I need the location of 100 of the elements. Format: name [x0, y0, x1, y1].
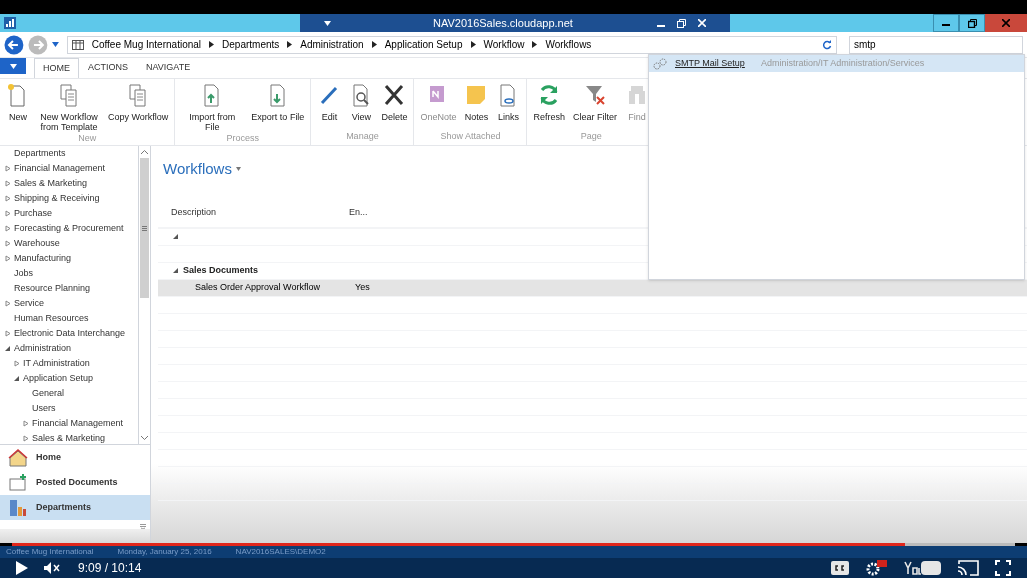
application-menu-button[interactable]: [0, 58, 26, 74]
captions-icon[interactable]: [831, 561, 849, 575]
chevron-icon: [287, 41, 293, 48]
tree-item[interactable]: Sales & Marketing: [14, 176, 88, 191]
ribbon-button[interactable]: Copy Workflow: [106, 83, 171, 122]
tree-toggle-icon[interactable]: [4, 165, 11, 172]
tree-item[interactable]: Administration: [14, 341, 72, 356]
tree-item[interactable]: Shipping & Receiving: [14, 191, 100, 206]
tree-item[interactable]: Forecasting & Procurement: [14, 221, 124, 236]
ribbon-group-label: Manage: [346, 129, 379, 143]
fullscreen-icon[interactable]: [995, 560, 1011, 576]
tree-item[interactable]: Manufacturing: [14, 251, 72, 266]
ribbon-button[interactable]: Links: [494, 83, 523, 122]
ribbon-button[interactable]: Refresh: [531, 83, 567, 122]
ribbon-button[interactable]: New: [4, 83, 32, 122]
close-button[interactable]: [985, 14, 1027, 32]
dropdown-icon[interactable]: [324, 20, 331, 26]
column-header[interactable]: Description: [171, 205, 349, 220]
tree-item[interactable]: Application Setup: [23, 371, 94, 386]
title-dropdown-icon[interactable]: [235, 167, 241, 172]
settings-icon[interactable]: [865, 560, 887, 576]
breadcrumb-link[interactable]: Administration: [300, 37, 364, 52]
tree-toggle-icon[interactable]: [4, 345, 11, 352]
scrollbar[interactable]: [138, 146, 150, 444]
group-toggle-icon[interactable]: [172, 267, 179, 274]
grip-icon[interactable]: [142, 225, 147, 231]
app-logo-icon: [4, 17, 16, 29]
tree-item[interactable]: Human Resources: [14, 311, 89, 326]
back-icon[interactable]: [4, 34, 24, 55]
ribbon-button[interactable]: Edit: [315, 83, 344, 122]
ribbon-button[interactable]: Delete: [379, 83, 410, 122]
tree-item[interactable]: Users: [32, 401, 56, 416]
play-icon[interactable]: [16, 561, 28, 575]
close-icon[interactable]: [698, 19, 706, 27]
restore-icon[interactable]: [677, 18, 686, 28]
tree-toggle-icon[interactable]: [4, 240, 11, 247]
breadcrumb-link[interactable]: Application Setup: [384, 37, 463, 52]
mute-icon[interactable]: [44, 562, 62, 574]
breadcrumb-link[interactable]: Workflows: [545, 37, 592, 52]
tree-item[interactable]: Sales & Marketing: [32, 431, 106, 444]
breadcrumb-link[interactable]: Coffee Mug International: [91, 37, 202, 52]
page-title: Workflows: [163, 159, 232, 179]
tree-toggle-icon[interactable]: [13, 360, 20, 367]
tree-item[interactable]: Electronic Data Interchange: [14, 326, 126, 341]
grid-icon: [71, 39, 84, 50]
house-icon: [8, 447, 28, 468]
tree-item[interactable]: Warehouse: [14, 236, 60, 251]
history-dropdown-icon[interactable]: [51, 42, 59, 47]
refresh-icon[interactable]: [822, 39, 832, 50]
column-header[interactable]: En...: [349, 205, 368, 220]
status-text: Coffee Mug International: [6, 546, 94, 558]
ribbon-group-label: Process: [226, 132, 260, 145]
tree-item[interactable]: General: [32, 386, 65, 401]
search-result[interactable]: SMTP Mail Setup Administration/IT Administration/Services: [649, 55, 1024, 72]
status-text: Monday, January 25, 2016: [117, 546, 212, 558]
tree-toggle-icon[interactable]: [22, 435, 29, 442]
ribbon-group-label: New: [78, 132, 97, 145]
tree-item[interactable]: Financial Management: [32, 416, 124, 431]
address-field[interactable]: Coffee Mug International Departments Administration Application Setup Workflow Workflows: [66, 35, 837, 54]
ribbon-button[interactable]: Notes: [462, 83, 491, 122]
tree-item[interactable]: Purchase: [14, 206, 53, 221]
ribbon-tab[interactable]: HOME: [34, 58, 79, 78]
ribbon-button[interactable]: Clear Filter: [570, 83, 619, 122]
tree-item[interactable]: Service: [14, 296, 44, 311]
cast-icon[interactable]: [957, 560, 979, 576]
tree-item[interactable]: Resource Planning: [14, 281, 91, 296]
tree-item[interactable]: Departments: [14, 146, 66, 161]
tree-toggle-icon[interactable]: [4, 195, 11, 202]
tree-toggle-icon[interactable]: [4, 255, 11, 262]
gears-icon: [653, 57, 667, 70]
tree-item[interactable]: IT Administration: [23, 356, 90, 371]
ribbon-button[interactable]: Import from File: [179, 83, 246, 132]
tree-toggle-icon[interactable]: [4, 300, 11, 307]
ribbon-tab[interactable]: ACTIONS: [79, 58, 137, 78]
search-field[interactable]: smtp: [849, 35, 1023, 54]
ribbon-tab[interactable]: NAVIGATE: [137, 58, 200, 78]
scroll-up-icon[interactable]: [141, 150, 148, 154]
ribbon-button[interactable]: Export to File: [249, 83, 307, 122]
scroll-down-icon[interactable]: [141, 436, 148, 440]
tree-toggle-icon[interactable]: [13, 375, 20, 382]
ribbon-button[interactable]: View: [347, 83, 376, 122]
video-logo-icon[interactable]: [903, 560, 941, 576]
grip-icon[interactable]: [140, 524, 146, 529]
navigation-pane-button[interactable]: Departments: [0, 495, 150, 520]
chevron-icon: [371, 41, 377, 48]
tree-item[interactable]: Financial Management: [14, 161, 106, 176]
tree-toggle-icon[interactable]: [4, 225, 11, 232]
breadcrumb-link[interactable]: Workflow: [483, 37, 525, 52]
minimize-button[interactable]: [933, 14, 959, 32]
tree-toggle-icon[interactable]: [4, 180, 11, 187]
tree-toggle-icon[interactable]: [4, 210, 11, 217]
building-blocks-icon: [8, 497, 28, 518]
group-toggle-icon[interactable]: [172, 233, 179, 240]
tree-item[interactable]: Jobs: [14, 266, 33, 281]
table-cell-text: Yes: [355, 280, 370, 294]
breadcrumb-link[interactable]: Departments: [222, 37, 280, 52]
ribbon-button[interactable]: New Workflow from Template: [36, 83, 102, 132]
tree-toggle-icon[interactable]: [4, 330, 11, 337]
tree-toggle-icon[interactable]: [22, 420, 29, 427]
maximize-button[interactable]: [959, 14, 985, 32]
